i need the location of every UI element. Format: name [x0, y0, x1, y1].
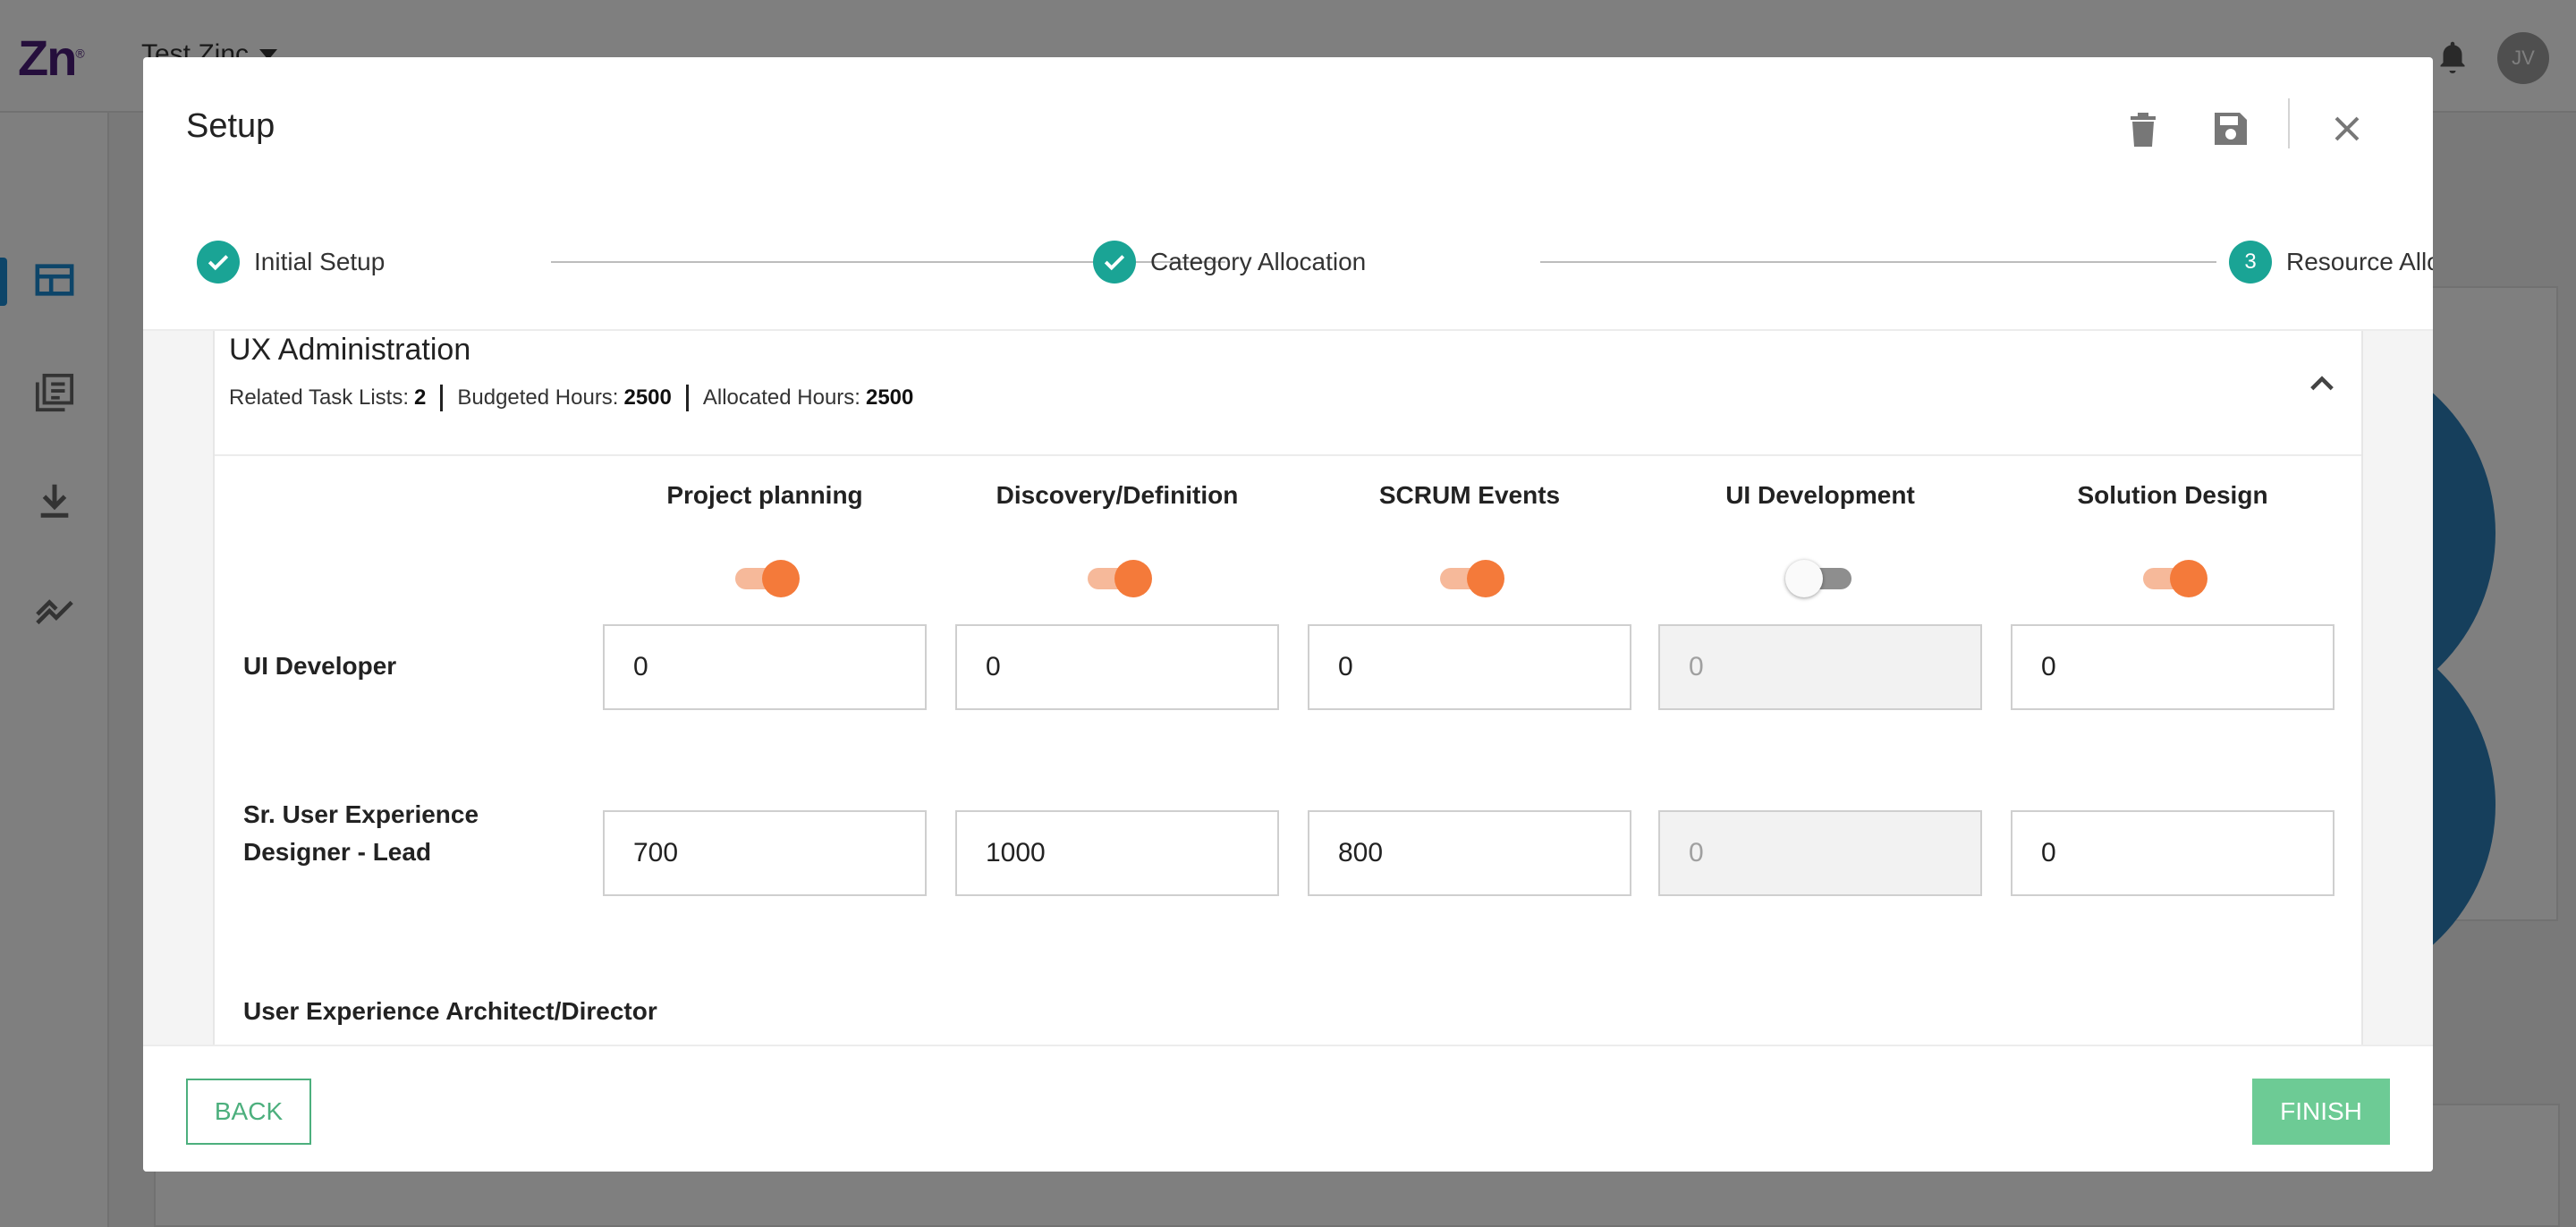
- back-button[interactable]: BACK: [186, 1079, 311, 1145]
- toggle-ui-development[interactable]: [1785, 556, 1857, 599]
- meta-separator: [685, 385, 689, 411]
- budgeted-hours-value: 2500: [623, 385, 672, 410]
- toggle-project-planning[interactable]: [730, 556, 801, 599]
- budgeted-hours-label: Budgeted Hours:: [457, 385, 619, 410]
- close-icon[interactable]: [2326, 107, 2368, 150]
- panel-title: UX Administration: [229, 333, 471, 367]
- modal-body-scroll[interactable]: UX Administration Related Task Lists: 2 …: [143, 329, 2433, 1045]
- modal-header: Setup: [143, 57, 2433, 191]
- save-icon[interactable]: [2209, 107, 2252, 150]
- column-header: Solution Design: [2077, 481, 2268, 509]
- toggle-scrum-events[interactable]: [1435, 556, 1506, 599]
- step-number: 3: [2229, 241, 2272, 283]
- step-connector: [1540, 261, 2216, 263]
- hours-input[interactable]: [955, 624, 1279, 710]
- column-header: SCRUM Events: [1378, 481, 1561, 509]
- hours-input[interactable]: [1658, 810, 1982, 896]
- hours-input[interactable]: [1658, 624, 1982, 710]
- hours-input[interactable]: [603, 624, 927, 710]
- header-divider: [2288, 98, 2290, 148]
- hours-input[interactable]: [2011, 810, 2334, 896]
- related-task-lists-value: 2: [414, 385, 427, 410]
- step-label: Initial Setup: [254, 248, 386, 275]
- panel-summary: Related Task Lists: 2 Budgeted Hours: 25…: [229, 385, 913, 411]
- hours-input[interactable]: [603, 810, 927, 896]
- modal-title: Setup: [186, 107, 275, 145]
- chevron-up-icon[interactable]: [2306, 367, 2338, 399]
- step-initial-setup[interactable]: Initial Setup: [197, 240, 385, 284]
- allocated-hours-value: 2500: [865, 385, 914, 410]
- panel-divider: [215, 454, 2361, 456]
- setup-modal: Setup Initial Setup Category Allocation: [143, 57, 2433, 1172]
- modal-footer: BACK FINISH: [143, 1045, 2433, 1172]
- toggle-solution-design[interactable]: [2138, 556, 2209, 599]
- row-label-sr-ux-designer-lead: Sr. User Experience Designer - Lead: [243, 800, 479, 866]
- step-category-allocation[interactable]: Category Allocation: [1093, 240, 1366, 284]
- step-resource-allocation[interactable]: 3 Resource Allocation: [2229, 240, 2433, 284]
- row-label-ui-developer: UI Developer: [243, 652, 397, 680]
- hours-input[interactable]: [955, 810, 1279, 896]
- column-header: Project planning: [666, 481, 863, 509]
- check-icon: [197, 241, 240, 283]
- hours-input[interactable]: [2011, 624, 2334, 710]
- step-label: Category Allocation: [1150, 248, 1367, 275]
- toggle-discovery-definition[interactable]: [1082, 556, 1154, 599]
- check-icon: [1093, 241, 1136, 283]
- trash-icon[interactable]: [2122, 107, 2165, 150]
- column-header: Discovery/Definition: [996, 481, 1239, 509]
- column-header: UI Development: [1725, 481, 1915, 509]
- related-task-lists-label: Related Task Lists:: [229, 385, 409, 410]
- finish-button[interactable]: FINISH: [2252, 1079, 2390, 1145]
- step-label: Resource Allocation: [2286, 248, 2433, 275]
- hours-input[interactable]: [1308, 810, 1631, 896]
- row-label-ux-architect-director: User Experience Architect/Director: [243, 997, 657, 1025]
- progress-stepper: Initial Setup Category Allocation 3 Reso…: [197, 240, 2433, 290]
- hours-input[interactable]: [1308, 624, 1631, 710]
- meta-separator: [440, 385, 444, 411]
- allocated-hours-label: Allocated Hours:: [702, 385, 860, 410]
- category-panel-ux-administration: UX Administration Related Task Lists: 2 …: [213, 331, 2363, 1045]
